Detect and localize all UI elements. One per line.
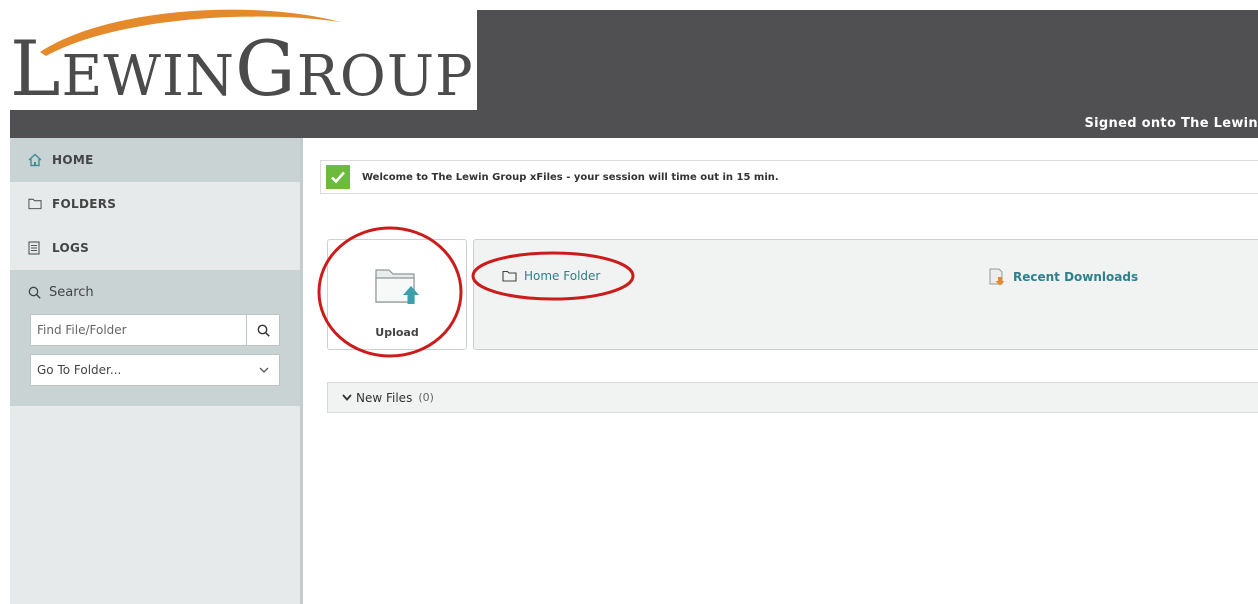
recent-downloads-link[interactable]: Recent Downloads xyxy=(989,268,1138,286)
new-files-toggle[interactable]: New Files (0) xyxy=(327,382,1258,413)
sidebar-item-label: FOLDERS xyxy=(52,197,117,211)
search-input[interactable] xyxy=(31,315,246,345)
search-panel: Search Go To Folder... xyxy=(10,270,300,406)
check-icon xyxy=(326,165,350,189)
search-icon xyxy=(28,286,41,299)
search-button[interactable] xyxy=(246,315,279,345)
chevron-down-icon xyxy=(342,394,352,401)
signed-on-text: Signed onto The Lewin xyxy=(1084,116,1258,131)
download-icon xyxy=(989,268,1005,286)
search-box xyxy=(30,314,280,346)
welcome-message: Welcome to The Lewin Group xFiles - your… xyxy=(362,171,779,183)
chevron-down-icon xyxy=(259,367,269,373)
sidebar-item-logs[interactable]: LOGS xyxy=(10,226,300,270)
folder-icon xyxy=(502,270,517,282)
new-files-label: New Files xyxy=(356,390,413,405)
go-to-folder-label: Go To Folder... xyxy=(37,363,122,377)
folder-icon xyxy=(28,197,42,211)
sidebar: HOME FOLDERS LOGS Search Go To Folder... xyxy=(10,138,303,604)
welcome-notice: Welcome to The Lewin Group xFiles - your… xyxy=(320,160,1258,194)
upload-folder-icon xyxy=(375,269,419,304)
search-icon xyxy=(257,324,270,337)
sidebar-item-home[interactable]: HOME xyxy=(10,138,300,182)
new-files-count: (0) xyxy=(418,391,434,404)
sidebar-item-label: LOGS xyxy=(52,241,90,255)
header-banner xyxy=(477,10,1258,110)
home-folder-label: Home Folder xyxy=(524,269,601,283)
upload-button[interactable]: Upload xyxy=(327,239,467,350)
home-icon xyxy=(28,153,42,167)
sidebar-item-label: HOME xyxy=(52,153,94,167)
home-folder-link[interactable]: Home Folder xyxy=(502,269,600,283)
recent-downloads-label: Recent Downloads xyxy=(1013,270,1139,284)
logo-text: LEWINGROUP® xyxy=(10,24,494,113)
top-bar: Signed onto The Lewin xyxy=(10,110,1258,138)
upload-label: Upload xyxy=(375,326,419,339)
go-to-folder-select[interactable]: Go To Folder... xyxy=(30,354,280,386)
logo: LEWINGROUP® xyxy=(0,0,494,110)
quick-links-panel: Home Folder Recent Downloads xyxy=(473,239,1258,350)
sidebar-item-folders[interactable]: FOLDERS xyxy=(10,182,300,226)
logs-icon xyxy=(28,241,42,255)
search-heading: Search xyxy=(10,270,300,314)
